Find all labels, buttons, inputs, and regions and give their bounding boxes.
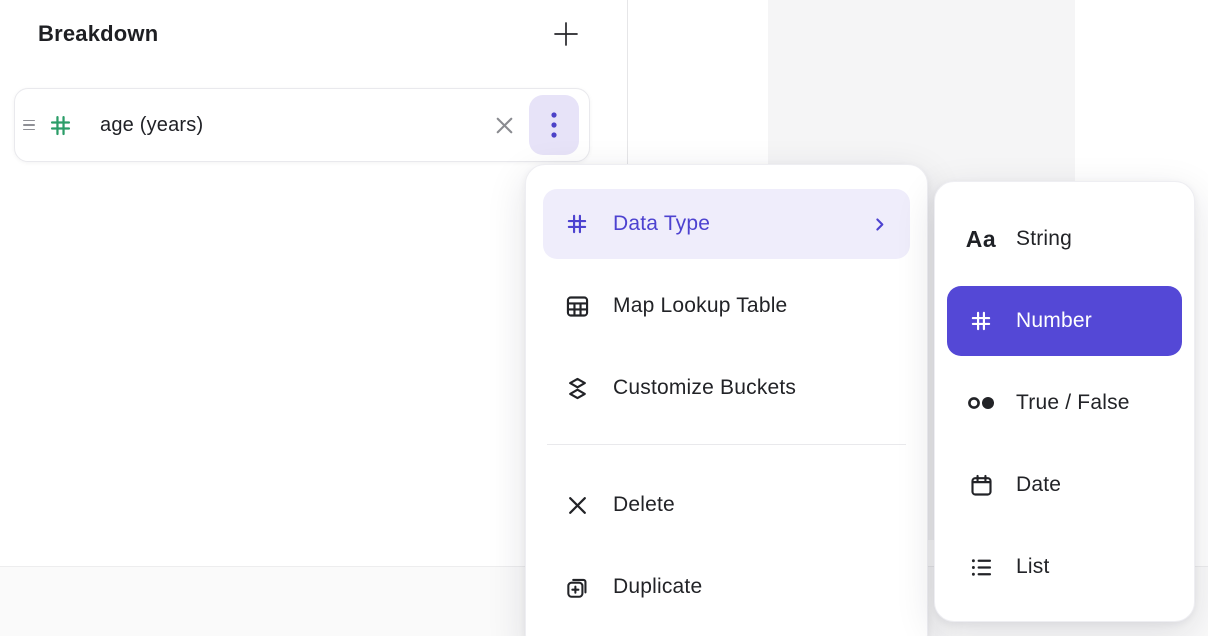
remove-field-button[interactable]: [485, 106, 523, 144]
menu-item-label: Data Type: [613, 212, 710, 236]
add-breakdown-button[interactable]: [548, 16, 584, 52]
menu-item-customize-buckets[interactable]: Customize Buckets: [543, 353, 910, 423]
menu-divider: [547, 444, 906, 445]
field-context-menu: Data Type Map Lookup Table Customize Buc…: [525, 164, 928, 636]
panel-title: Breakdown: [38, 21, 158, 47]
drag-handle-icon[interactable]: [21, 120, 37, 131]
menu-item-delete[interactable]: Delete: [543, 470, 910, 540]
breakdown-header: Breakdown: [38, 16, 590, 52]
text-aa-icon: Aa: [964, 226, 998, 253]
breakdown-field-card[interactable]: age (years): [14, 88, 590, 162]
submenu-item-string[interactable]: Aa String: [947, 204, 1182, 274]
hash-icon: [47, 112, 74, 139]
boolean-icon: [964, 391, 998, 415]
hash-icon: [964, 308, 998, 334]
chevron-right-icon: [871, 216, 888, 233]
calendar-icon: [964, 472, 998, 499]
submenu-item-true-false[interactable]: True / False: [947, 368, 1182, 438]
field-label: age (years): [100, 114, 203, 137]
menu-item-data-type[interactable]: Data Type: [543, 189, 910, 259]
menu-item-label: Customize Buckets: [613, 376, 796, 400]
plus-icon: [552, 20, 580, 48]
close-icon: [492, 113, 517, 138]
menu-item-label: Map Lookup Table: [613, 294, 787, 318]
x-icon: [563, 493, 591, 518]
submenu-item-label: String: [1016, 227, 1072, 251]
field-menu-button[interactable]: [529, 95, 579, 155]
submenu-item-label: Number: [1016, 309, 1092, 333]
submenu-item-label: True / False: [1016, 391, 1130, 415]
submenu-item-label: List: [1016, 555, 1049, 579]
table-icon: [563, 293, 591, 320]
list-icon: [964, 554, 998, 581]
menu-item-label: Duplicate: [613, 575, 702, 599]
submenu-item-list[interactable]: List: [947, 532, 1182, 602]
submenu-item-number[interactable]: Number: [947, 286, 1182, 356]
menu-item-map-lookup-table[interactable]: Map Lookup Table: [543, 271, 910, 341]
data-type-submenu: Aa String Number True / False Date: [934, 181, 1195, 622]
duplicate-icon: [563, 574, 591, 600]
hash-icon: [563, 211, 591, 237]
layers-icon: [563, 375, 591, 402]
menu-item-label: Delete: [613, 493, 675, 517]
menu-item-duplicate[interactable]: Duplicate: [543, 552, 910, 622]
submenu-item-label: Date: [1016, 473, 1061, 497]
kebab-menu-icon: [542, 110, 566, 140]
submenu-item-date[interactable]: Date: [947, 450, 1182, 520]
